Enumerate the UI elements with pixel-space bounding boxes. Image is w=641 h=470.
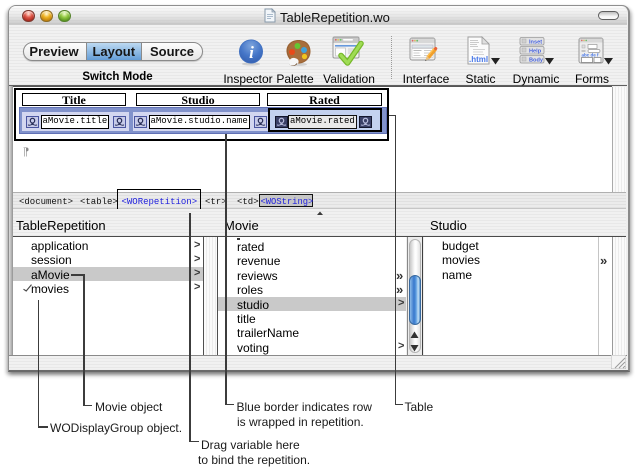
- svg-text:abc de f: abc de f: [582, 53, 600, 58]
- svg-text:.html: .html: [469, 55, 488, 64]
- svg-text:Body: Body: [529, 57, 544, 63]
- svg-text:Inset: Inset: [529, 39, 542, 45]
- svg-text:i: i: [249, 43, 254, 62]
- svg-text:Help: Help: [529, 48, 542, 54]
